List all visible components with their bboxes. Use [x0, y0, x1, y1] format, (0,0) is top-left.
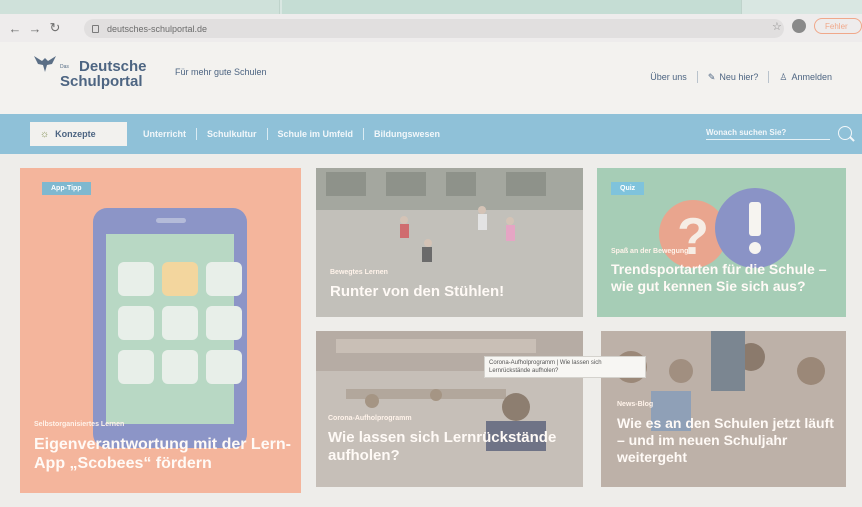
divider	[768, 71, 770, 83]
reload-icon[interactable]: ↻	[46, 19, 64, 37]
card-headline[interactable]: Eigenverantwortung mit der Lern-App „Sco…	[34, 435, 294, 473]
app-tile	[206, 306, 242, 340]
card-headline[interactable]: Wie lassen sich Lernrückstände aufholen?	[328, 429, 578, 465]
teaser-card-scobees[interactable]: App-Tipp Selbstorganisiertes Lernen Eige…	[20, 168, 301, 493]
tablet-speaker	[156, 218, 186, 223]
lightbulb-icon: ☼	[40, 128, 50, 140]
app-tile	[162, 262, 198, 296]
user-icon: ♙	[779, 71, 788, 82]
card-kicker: Bewegtes Lernen	[330, 269, 388, 276]
nav-item-schule-im-umfeld[interactable]: Schule im Umfeld	[278, 129, 354, 139]
teaser-card-bewegtes-lernen[interactable]: Bewegtes Lernen Runter von den Stühlen!	[316, 168, 583, 317]
divider	[266, 128, 268, 140]
bookmark-star-icon[interactable]: ☆	[772, 20, 782, 33]
eagle-logo-icon[interactable]	[33, 54, 57, 74]
pencil-icon: ✎	[707, 71, 716, 82]
lock-icon	[92, 24, 99, 33]
new-here-link[interactable]: Neu hier?	[719, 72, 758, 82]
nav-item-unterricht[interactable]: Unterricht	[143, 129, 186, 139]
app-tile	[118, 350, 154, 384]
url-text: deutsches-schulportal.de	[107, 23, 208, 34]
nav-item-bildungswesen[interactable]: Bildungswesen	[374, 129, 440, 139]
app-tile	[206, 262, 242, 296]
link-tooltip: Corona-Aufholprogramm | Wie lassen sich …	[484, 356, 646, 378]
site-header: Das Deutsche Schulportal Für mehr gute S…	[0, 42, 862, 114]
card-kicker: News-Blog	[617, 401, 654, 408]
forward-icon[interactable]: →	[26, 19, 44, 37]
logo-line2: Schulportal	[60, 73, 143, 90]
app-tile	[118, 262, 154, 296]
card-headline[interactable]: Wie es an den Schulen jetzt läuft – und …	[617, 415, 845, 466]
app-tipp-badge: App-Tipp	[42, 182, 91, 195]
about-link[interactable]: Über uns	[650, 72, 687, 82]
divider	[363, 128, 365, 140]
search-input[interactable]: Wonach suchen Sie?	[706, 128, 830, 140]
nav-item-konzepte[interactable]: ☼ Konzepte	[30, 122, 127, 146]
card-headline[interactable]: Runter von den Stühlen!	[330, 283, 570, 301]
app-tile	[162, 306, 198, 340]
nav-items: Unterricht Schulkultur Schule im Umfeld …	[143, 128, 440, 140]
error-button[interactable]: Fehler	[814, 18, 862, 34]
app-tile	[118, 306, 154, 340]
back-icon[interactable]: ←	[6, 19, 24, 37]
divider	[696, 71, 698, 83]
teaser-card-quiz[interactable]: Quiz ? Spaß an der Bewegung Trendsportar…	[597, 168, 846, 317]
login-link[interactable]: Anmelden	[791, 72, 832, 82]
app-tile	[206, 350, 242, 384]
search-icon[interactable]	[838, 126, 852, 140]
main-nav: ☼ Konzepte Unterricht Schulkultur Schule…	[0, 114, 862, 154]
content-area: App-Tipp Selbstorganisiertes Lernen Eige…	[0, 154, 862, 507]
svg-text:?: ?	[677, 208, 709, 266]
divider	[196, 128, 198, 140]
card-kicker: Selbstorganisiertes Lernen	[34, 421, 125, 428]
profile-avatar-icon[interactable]	[792, 19, 806, 33]
error-label: Fehler	[825, 21, 848, 31]
tagline: Für mehr gute Schulen	[175, 67, 267, 77]
teaser-card-news-blog[interactable]: News-Blog Wie es an den Schulen jetzt lä…	[601, 331, 846, 487]
card-kicker: Spaß an der Bewegung	[611, 248, 689, 255]
teaser-card-aufholprogramm[interactable]: Corona-Aufholprogramm Wie lassen sich Le…	[316, 331, 583, 487]
utility-nav: Über uns ✎ Neu hier? ♙ Anmelden	[650, 71, 832, 83]
address-bar[interactable]: deutsches-schulportal.de	[84, 19, 784, 38]
card-headline[interactable]: Trendsportarten für die Schule – wie gut…	[611, 261, 843, 295]
browser-tab[interactable]	[0, 0, 280, 14]
logo-line1: Deutsche	[79, 58, 147, 75]
app-tile	[162, 350, 198, 384]
browser-tab-active[interactable]	[282, 0, 742, 14]
nav-item-schulkultur[interactable]: Schulkultur	[207, 129, 257, 139]
browser-toolbar: ← → ↻ deutsches-schulportal.de	[0, 14, 862, 42]
site-logo[interactable]: Deutsche Schulportal	[60, 59, 147, 89]
card-kicker: Corona-Aufholprogramm	[328, 415, 412, 422]
nav-item-label: Konzepte	[55, 129, 96, 139]
browser-tab-strip	[0, 0, 862, 14]
